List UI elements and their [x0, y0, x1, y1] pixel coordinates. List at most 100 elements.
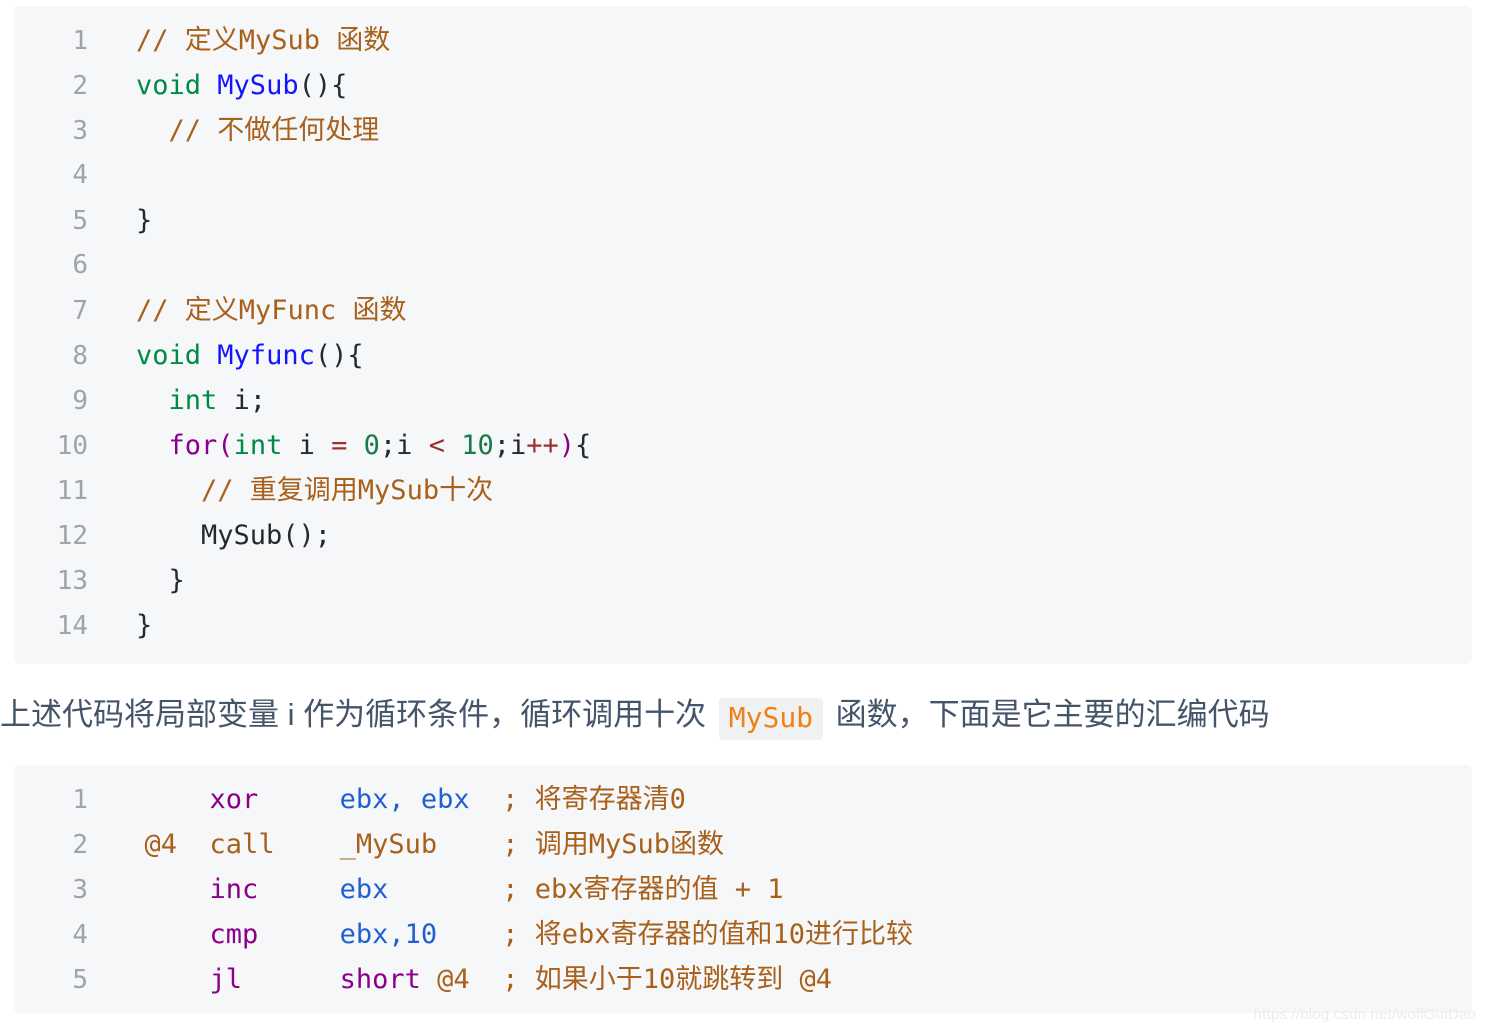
- code-line: 3 inc ebx ; ebx寄存器的值 + 1: [14, 867, 1472, 912]
- token-label: _MySub: [339, 829, 438, 860]
- token-type: void: [136, 340, 202, 371]
- line-number: 1: [72, 785, 88, 815]
- token-kw: short: [339, 964, 421, 995]
- line-number: 3: [72, 875, 88, 905]
- token-reg: ebx,10: [339, 919, 438, 950]
- line-number: 13: [56, 566, 88, 596]
- token-comment: ; 将寄存器清0: [502, 784, 686, 815]
- token-type: int: [168, 385, 218, 416]
- code-line-text: MySub();: [88, 513, 1472, 558]
- token-fn: MySub: [217, 70, 299, 101]
- code-line: 5 jl short @4 ; 如果小于10就跳转到 @4: [14, 957, 1472, 1002]
- token-op: ++: [526, 430, 559, 461]
- token-kw: ): [558, 430, 576, 461]
- code-line-text: // 不做任何处理: [88, 108, 1472, 153]
- token-punc: (){: [298, 70, 348, 101]
- token-plain: MySub();: [136, 520, 332, 551]
- line-number: 4: [72, 160, 88, 190]
- line-number: 10: [56, 431, 88, 461]
- line-number: 2: [72, 830, 88, 860]
- token-reg: ebx: [339, 874, 389, 905]
- code-line-text: }: [88, 198, 1472, 243]
- code-line-text: @4 call _MySub ; 调用MySub函数: [88, 822, 1472, 867]
- assembly-code-block[interactable]: 1 xor ebx, ebx ; 将寄存器清0 2 @4 call _MySub …: [14, 765, 1472, 1013]
- code-line: 1 // 定义MySub 函数: [14, 18, 1472, 63]
- code-line-text: void MySub(){: [88, 63, 1472, 108]
- code-line: 2 void MySub(){: [14, 63, 1472, 108]
- code-line: 9 int i;: [14, 378, 1472, 423]
- token-kw: jl: [209, 964, 243, 995]
- token-comment: // 定义MySub 函数: [136, 25, 391, 56]
- code-line-text: jl short @4 ; 如果小于10就跳转到 @4: [88, 957, 1472, 1002]
- token-kw: inc: [209, 874, 259, 905]
- c-code-block[interactable]: 1// 定义MySub 函数 2 void MySub(){3 // 不做任何处理 4…: [14, 6, 1472, 664]
- line-number: 5: [72, 965, 88, 995]
- code-line: 4 cmp ebx,10 ; 将ebx寄存器的值和10进行比较: [14, 912, 1472, 957]
- code-line: 8 void Myfunc(){: [14, 333, 1472, 378]
- token-label: call: [209, 829, 275, 860]
- code-line: 11 // 重复调用MySub十次: [14, 468, 1472, 513]
- code-line-text: void Myfunc(){: [88, 333, 1472, 378]
- inline-code-mysub: MySub: [718, 698, 824, 740]
- code-line: 14}: [14, 603, 1472, 648]
- line-number: 9: [72, 386, 88, 416]
- code-line: 6: [14, 243, 1472, 288]
- token-kw: xor: [209, 784, 259, 815]
- token-punc: }: [136, 610, 153, 641]
- token-punc: }: [136, 205, 153, 236]
- token-punc: {: [575, 430, 592, 461]
- code-line: 1 xor ebx, ebx ; 将寄存器清0: [14, 777, 1472, 822]
- line-number: 2: [72, 71, 88, 101]
- line-number: 6: [72, 250, 88, 280]
- code-line: 4: [14, 153, 1472, 198]
- token-kw: (: [217, 430, 234, 461]
- line-number: 14: [56, 611, 88, 641]
- token-op: <: [428, 430, 445, 461]
- token-label: @4: [437, 964, 470, 995]
- code-line-text: int i;: [88, 378, 1472, 423]
- token-plain: ;i: [379, 430, 429, 461]
- token-label: @4: [144, 829, 178, 860]
- csdn-watermark: https://blog.csdn.net/wolfGuiDao: [1253, 1006, 1476, 1023]
- code-line: 10 for(int i = 0;i < 10;i++){: [14, 423, 1472, 468]
- line-number: 12: [56, 521, 88, 551]
- code-line: 2 @4 call _MySub ; 调用MySub函数: [14, 822, 1472, 867]
- token-plain: i: [282, 430, 332, 461]
- line-number: 5: [72, 206, 88, 236]
- line-number: 8: [72, 341, 88, 371]
- token-comment: ; ebx寄存器的值 + 1: [502, 874, 784, 905]
- token-reg: ebx, ebx: [339, 784, 470, 815]
- line-number: 3: [72, 116, 88, 146]
- line-number: 4: [72, 920, 88, 950]
- code-line-text: for(int i = 0;i < 10;i++){: [88, 423, 1472, 468]
- code-line-text: inc ebx ; ebx寄存器的值 + 1: [88, 867, 1472, 912]
- paragraph-text-before: 上述代码将局部变量 i 作为循环条件，循环调用十次: [0, 697, 707, 732]
- token-num: 0: [363, 430, 380, 461]
- token-comment: // 不做任何处理: [168, 115, 380, 146]
- token-comment: ; 将ebx寄存器的值和10进行比较: [502, 919, 913, 950]
- paragraph-text-after: 函数，下面是它主要的汇编代码: [835, 697, 1270, 732]
- code-line-text: // 重复调用MySub十次: [88, 468, 1472, 513]
- line-number: 11: [56, 476, 88, 506]
- code-line-text: }: [88, 558, 1472, 603]
- code-line: 5}: [14, 198, 1472, 243]
- token-type: void: [136, 70, 202, 101]
